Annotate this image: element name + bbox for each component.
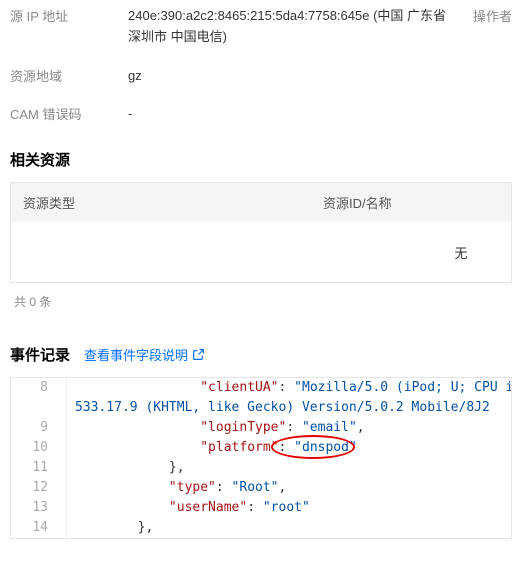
resources-title: 相关资源 xyxy=(10,149,512,170)
value-cam-error: - xyxy=(128,104,512,125)
th-resource-id: 资源ID/名称 xyxy=(311,183,511,222)
events-doc-link-label: 查看事件字段说明 xyxy=(84,345,188,364)
code-line: 533.17.9 (KHTML, like Gecko) Version/5.0… xyxy=(11,398,511,418)
events-title-row: 事件记录 查看事件字段说明 xyxy=(10,344,512,365)
line-number: 10 xyxy=(11,438,67,458)
row-region: 资源地域 gz xyxy=(10,66,512,87)
code-content: "platform": "dnspod" xyxy=(67,438,357,458)
code-line: 14 }, xyxy=(11,518,511,538)
events-title: 事件记录 xyxy=(10,344,70,365)
line-number: 8 xyxy=(11,378,67,398)
code-content: }, xyxy=(67,458,185,478)
code-content: "loginType": "email", xyxy=(67,418,365,438)
line-number: 13 xyxy=(11,498,67,518)
th-resource-type: 资源类型 xyxy=(11,183,311,222)
events-doc-link[interactable]: 查看事件字段说明 xyxy=(84,345,205,364)
code-line: 8 "clientUA": "Mozilla/5.0 (iPod; U; CPU… xyxy=(11,378,511,398)
code-content: "userName": "root" xyxy=(67,498,310,518)
section-resources: 相关资源 资源类型 资源ID/名称 无 共 0 条 xyxy=(0,149,522,320)
label-operator: 操作者 xyxy=(473,6,512,25)
row-cam-error: CAM 错误码 - xyxy=(10,104,512,125)
detail-table: 源 IP 地址 240e:390:a2c2:8465:215:5da4:7758… xyxy=(0,0,522,125)
code-content: }, xyxy=(67,518,153,538)
row-source-ip: 源 IP 地址 240e:390:a2c2:8465:215:5da4:7758… xyxy=(10,6,512,48)
code-content: "clientUA": "Mozilla/5.0 (iPod; U; CPU i… xyxy=(67,378,511,398)
resources-empty: 无 xyxy=(23,243,499,262)
line-number: 14 xyxy=(11,518,67,538)
event-json-viewer[interactable]: 8 "clientUA": "Mozilla/5.0 (iPod; U; CPU… xyxy=(10,377,512,539)
external-link-icon xyxy=(192,348,205,361)
code-line: 12 "type": "Root", xyxy=(11,478,511,498)
label-cam-error: CAM 错误码 xyxy=(10,104,128,123)
line-number: 12 xyxy=(11,478,67,498)
value-source-ip: 240e:390:a2c2:8465:215:5da4:7758:645e (中… xyxy=(128,6,461,48)
value-region: gz xyxy=(128,66,512,87)
label-source-ip: 源 IP 地址 xyxy=(10,6,128,25)
code-line: 10 "platform": "dnspod" xyxy=(11,438,511,458)
code-content: "type": "Root", xyxy=(67,478,286,498)
resources-header: 资源类型 资源ID/名称 xyxy=(11,183,511,222)
line-number: 9 xyxy=(11,418,67,438)
resources-body: 无 xyxy=(11,222,511,282)
code-line: 9 "loginType": "email", xyxy=(11,418,511,438)
code-line: 11 }, xyxy=(11,458,511,478)
label-region: 资源地域 xyxy=(10,66,128,85)
code-line: 13 "userName": "root" xyxy=(11,498,511,518)
line-number: 11 xyxy=(11,458,67,478)
line-number xyxy=(11,398,67,418)
resources-table: 资源类型 资源ID/名称 无 xyxy=(10,182,512,283)
section-events: 事件记录 查看事件字段说明 8 "clientUA": "Mozilla/5.0… xyxy=(0,344,522,539)
resources-pager: 共 0 条 xyxy=(10,283,512,320)
code-content: 533.17.9 (KHTML, like Gecko) Version/5.0… xyxy=(67,398,490,418)
